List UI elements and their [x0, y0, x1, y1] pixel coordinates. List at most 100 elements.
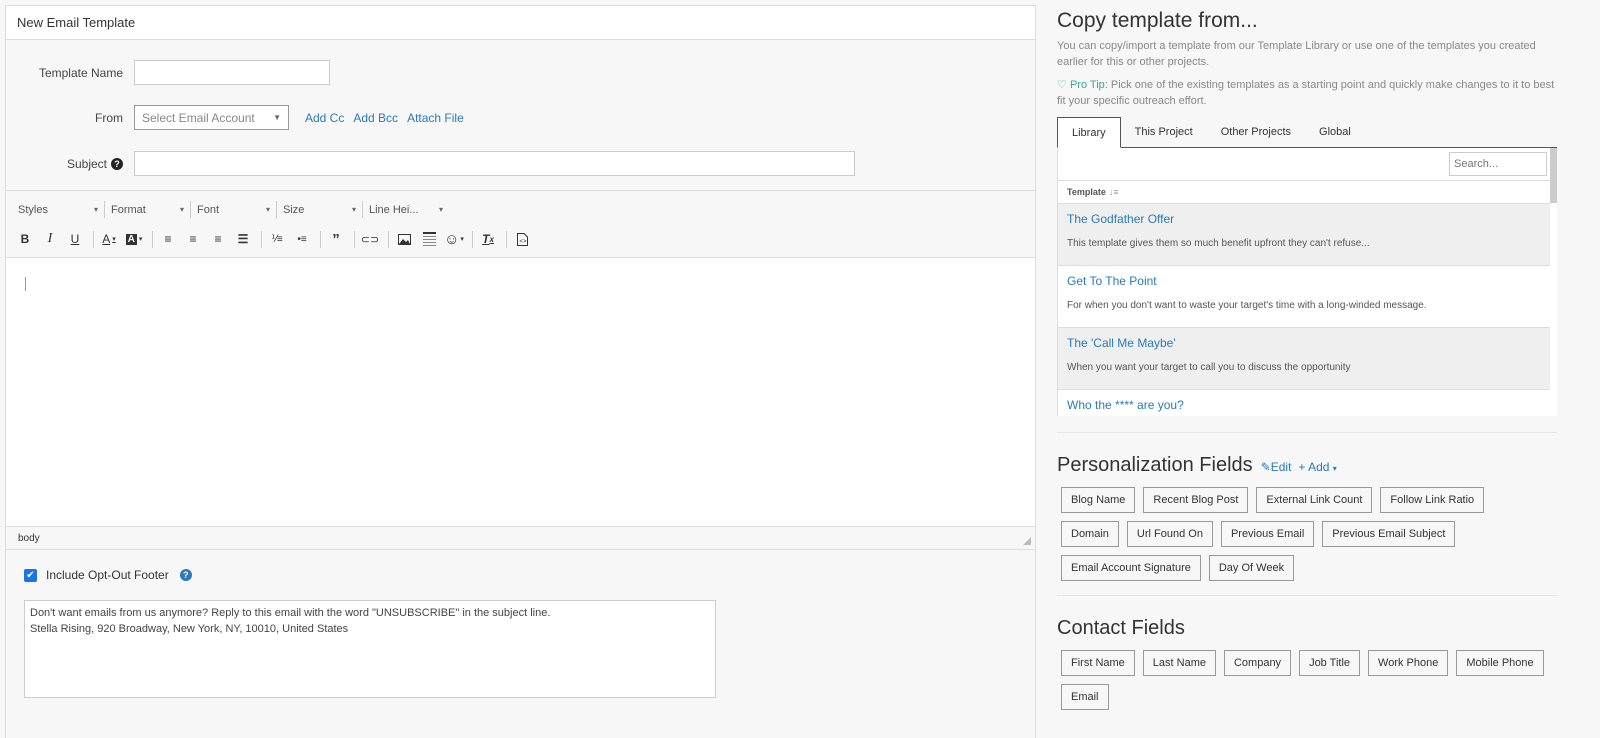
add-bcc-link[interactable]: Add Bcc: [353, 111, 398, 125]
field-chip[interactable]: Company: [1223, 650, 1292, 676]
background-color-icon[interactable]: A ▾: [123, 228, 145, 250]
add-label: Add: [1308, 460, 1330, 474]
align-left-icon[interactable]: ≡: [157, 228, 179, 250]
template-title[interactable]: Who the **** are you?: [1067, 398, 1548, 412]
font-dropdown[interactable]: Font ▾: [191, 201, 277, 218]
edit-fields-button[interactable]: ✎Edit: [1261, 460, 1292, 474]
subject-input[interactable]: [134, 151, 855, 176]
underline-icon[interactable]: U: [64, 228, 86, 250]
from-label: From: [95, 110, 123, 125]
template-title[interactable]: The 'Call Me Maybe': [1067, 336, 1548, 350]
element-path[interactable]: body: [18, 533, 40, 544]
field-chip[interactable]: Previous Email Subject: [1322, 521, 1456, 547]
attach-file-link[interactable]: Attach File: [407, 111, 464, 125]
template-item[interactable]: Get To The Point For when you don't want…: [1058, 266, 1557, 328]
numbered-list-icon[interactable]: ⅟≡: [266, 228, 288, 250]
source-icon[interactable]: <>: [511, 228, 533, 250]
bulleted-list-icon[interactable]: •≡: [291, 228, 313, 250]
styles-dropdown[interactable]: Styles ▾: [18, 201, 105, 218]
template-title[interactable]: The Godfather Offer: [1067, 212, 1548, 226]
tab-other-projects[interactable]: Other Projects: [1207, 117, 1305, 147]
horizontal-line-icon[interactable]: [418, 228, 440, 250]
email-account-select[interactable]: Select Email Account ▼: [134, 105, 289, 130]
field-chip[interactable]: Recent Blog Post: [1143, 487, 1249, 513]
help-icon[interactable]: ?: [111, 157, 123, 170]
size-label: Size: [283, 203, 305, 216]
template-item[interactable]: The 'Call Me Maybe' When you want your t…: [1058, 328, 1557, 390]
personalization-header: Personalization Fields ✎Edit + Add ▾: [1057, 454, 1600, 477]
panel-header: New Email Template: [6, 6, 1035, 40]
optout-footer-row: ✔ Include Opt-Out Footer ?: [24, 568, 192, 582]
optout-checkbox[interactable]: ✔: [24, 568, 37, 582]
field-chip[interactable]: Mobile Phone: [1456, 650, 1544, 676]
tab-this-project[interactable]: This Project: [1121, 117, 1207, 147]
personalization-title: Personalization Fields: [1057, 454, 1253, 476]
text-cursor: [25, 277, 26, 291]
footer-line-1: Don't want emails from us anymore? Reply…: [30, 607, 551, 619]
tab-global[interactable]: Global: [1305, 117, 1365, 147]
help-icon[interactable]: ?: [179, 569, 192, 581]
size-dropdown[interactable]: Size ▾: [277, 201, 363, 218]
field-chip[interactable]: Blog Name: [1061, 487, 1136, 513]
field-chip[interactable]: Previous Email: [1220, 521, 1315, 547]
list-scrollbar[interactable]: [1550, 148, 1557, 416]
field-chip[interactable]: Email: [1061, 684, 1109, 710]
field-chip[interactable]: Follow Link Ratio: [1380, 487, 1485, 513]
italic-icon[interactable]: I: [39, 228, 61, 250]
copy-template-description: You can copy/import a template from our …: [1057, 40, 1536, 68]
toolbar-buttons: B I U A ▾ A ▾ ≡ ≡ ≡ ☰ ⅟≡ •≡ ” ⊂⊃ ☺ ▾ T x…: [18, 224, 1023, 254]
align-center-icon[interactable]: ≡: [182, 228, 204, 250]
template-name-input[interactable]: [134, 60, 330, 85]
field-chip[interactable]: First Name: [1061, 650, 1135, 676]
template-item[interactable]: The Godfather Offer This template gives …: [1058, 204, 1557, 266]
bold-icon[interactable]: B: [14, 228, 36, 250]
pro-tip: ♡ Pro Tip: Pick one of the existing temp…: [1057, 77, 1557, 109]
link-icon[interactable]: ⊂⊃: [359, 228, 381, 250]
field-chip[interactable]: Last Name: [1142, 650, 1216, 676]
editor-toolbar: Styles ▾ Format ▾ Font ▾ Size ▾ Line Hei... ▾…: [6, 191, 1035, 258]
scroll-thumb[interactable]: [1550, 148, 1557, 203]
panel-title: New Email Template: [17, 15, 136, 30]
blockquote-icon[interactable]: ”: [325, 228, 347, 250]
template-column-header: Template: [1067, 187, 1106, 197]
remove-format-icon[interactable]: Tx: [477, 228, 499, 250]
add-cc-link[interactable]: Add Cc: [305, 111, 344, 125]
list-header[interactable]: Template ↓≡: [1058, 181, 1557, 204]
field-chip[interactable]: Job Title: [1299, 650, 1361, 676]
template-search-input[interactable]: [1449, 152, 1547, 176]
field-chip[interactable]: Email Account Signature: [1061, 555, 1201, 581]
toolbar-separator: [261, 230, 262, 248]
add-field-button[interactable]: + Add ▾: [1298, 460, 1336, 474]
format-dropdown[interactable]: Format ▾: [105, 201, 191, 218]
caret-down-icon: ▾: [265, 205, 270, 214]
emoji-icon[interactable]: ☺ ▾: [443, 228, 465, 250]
resize-grip-icon[interactable]: [1023, 537, 1031, 545]
field-chip[interactable]: Day Of Week: [1208, 555, 1295, 581]
template-title[interactable]: Get To The Point: [1067, 274, 1548, 288]
justify-icon[interactable]: ☰: [232, 228, 254, 250]
from-row: From Select Email Account ▼ Add Cc Add B…: [6, 105, 464, 130]
template-item[interactable]: Who the **** are you?: [1058, 390, 1557, 416]
field-chip[interactable]: Url Found On: [1126, 521, 1213, 547]
optout-footer-textarea[interactable]: Don't want emails from us anymore? Reply…: [24, 600, 716, 698]
text-color-icon[interactable]: A ▾: [98, 228, 120, 250]
subject-label-wrap: Subject ?: [6, 157, 134, 171]
align-right-icon[interactable]: ≡: [207, 228, 229, 250]
field-chip[interactable]: Domain: [1061, 521, 1119, 547]
field-chip[interactable]: Work Phone: [1368, 650, 1449, 676]
caret-down-icon: ▾: [351, 205, 356, 214]
template-name-row: Template Name: [6, 60, 330, 85]
field-chip[interactable]: External Link Count: [1256, 487, 1373, 513]
plus-icon: +: [1298, 460, 1306, 474]
caret-down-icon: ▼: [273, 113, 281, 122]
template-desc: When you want your target to call you to…: [1067, 362, 1351, 373]
editor-body[interactable]: [6, 258, 1035, 526]
tab-library[interactable]: Library: [1057, 117, 1121, 148]
caret-down-icon: ▾: [93, 205, 98, 214]
line-height-dropdown[interactable]: Line Hei... ▾: [363, 201, 449, 218]
font-label: Font: [197, 203, 220, 216]
image-icon[interactable]: [393, 228, 415, 250]
format-label: Format: [111, 203, 146, 216]
toolbar-separator: [354, 230, 355, 248]
subject-row: Subject ?: [6, 151, 855, 176]
